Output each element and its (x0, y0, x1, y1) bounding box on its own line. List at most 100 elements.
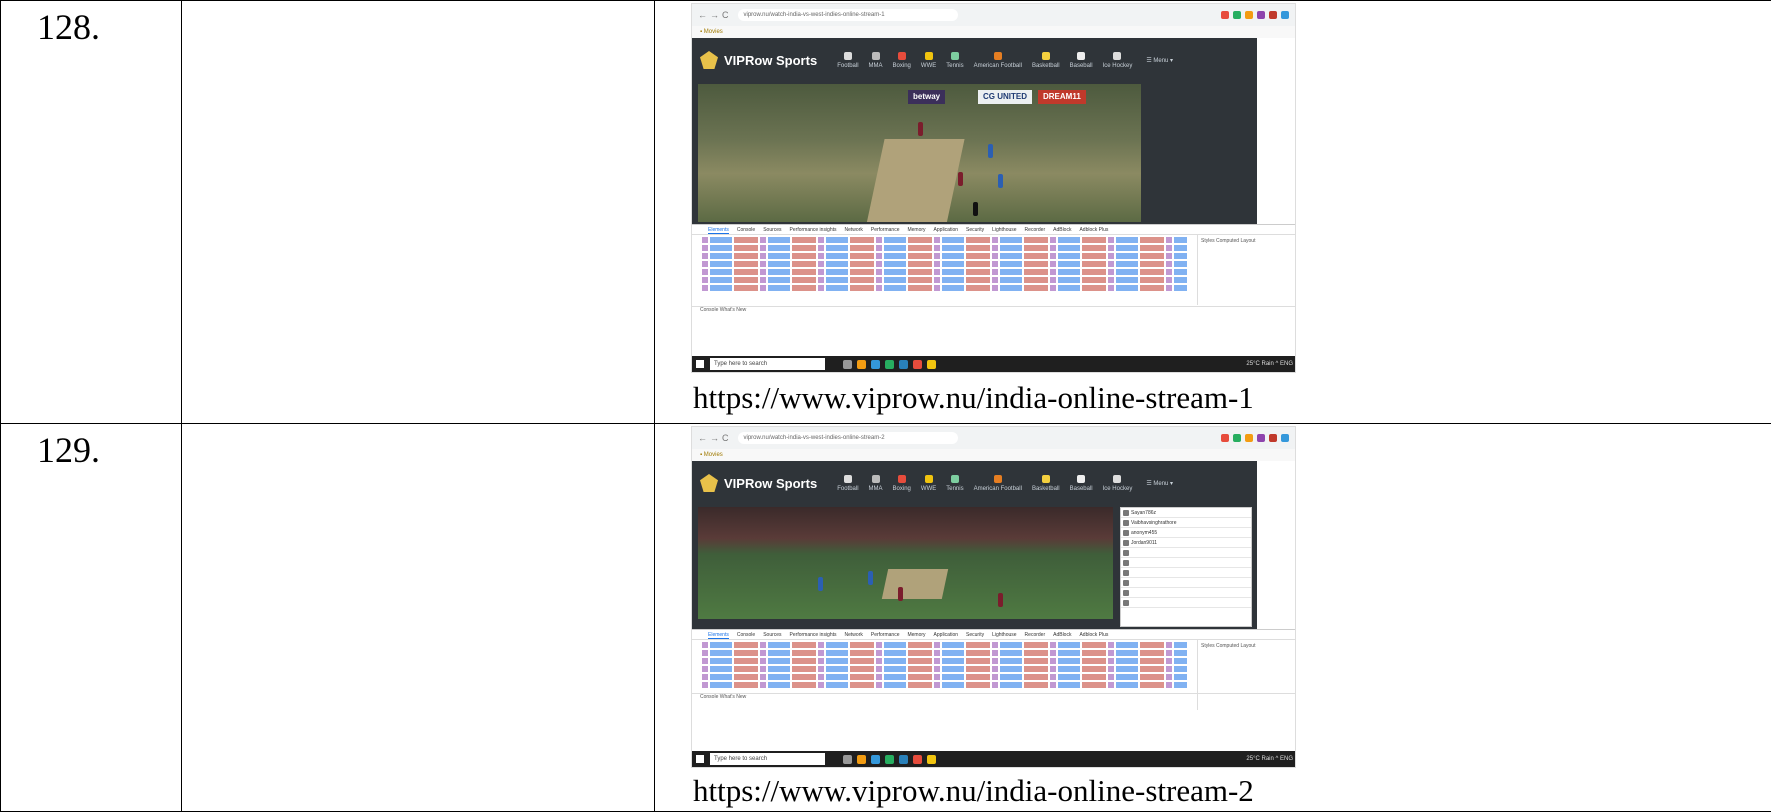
nav-baseball: Baseball (1070, 475, 1093, 492)
menu-button: ☰ Menu ▾ (1146, 57, 1173, 64)
baseball-icon (1077, 475, 1085, 483)
viprow-page: VIPRow Sports Football MMA Boxing WWE Te… (692, 461, 1257, 629)
nav-boxing: Boxing (893, 52, 911, 69)
site-title: VIPRow Sports (724, 476, 817, 491)
player (958, 172, 963, 186)
browser-toolbar: ←→C viprow.nu/watch-india-vs-west-indies… (692, 427, 1295, 449)
serial-number: 128. (1, 1, 181, 47)
nav-football: Football (837, 475, 858, 492)
player (998, 174, 1003, 188)
devtools-styles-pane: Styles Computed Layout (1197, 235, 1296, 305)
tennis-icon (951, 52, 959, 60)
nav-baseball: Baseball (1070, 52, 1093, 69)
screenshot-image: ←→C viprow.nu/watch-india-vs-west-indies… (691, 3, 1296, 373)
devtools-console-drawer: Console What's New (692, 693, 1296, 707)
mma-icon (872, 475, 880, 483)
logo-icon (700, 474, 718, 492)
nav-ice-hockey: Ice Hockey (1103, 52, 1133, 69)
chat-message (1121, 598, 1251, 608)
chat-message (1121, 568, 1251, 578)
evidence-cell: ←→C viprow.nu/watch-india-vs-west-indies… (655, 424, 1771, 812)
nav-football: Football (837, 52, 858, 69)
chat-message: Jordan9011 (1121, 538, 1251, 548)
player (818, 577, 823, 591)
basketball-icon (1042, 52, 1050, 60)
serial-cell: 129. (1, 424, 182, 812)
cricket-pitch (866, 139, 965, 222)
chat-message (1121, 588, 1251, 598)
tennis-icon (951, 475, 959, 483)
chat-panel: Sayan786z Vaibhavsinghrathore anonym455 … (1120, 507, 1252, 627)
viprow-page: VIPRow Sports Football MMA Boxing WWE Te… (692, 38, 1257, 224)
nav-wwe: WWE (921, 475, 936, 492)
table-row: 129. ←→C viprow.nu/watch-india-vs-west-i… (1, 424, 1771, 812)
system-tray: 25°C Rain ^ ENG (1246, 756, 1293, 762)
nav-tennis: Tennis (946, 475, 963, 492)
stream-video (698, 507, 1113, 619)
logo-icon (700, 51, 718, 69)
taskbar-search: Type here to search (710, 358, 825, 370)
extension-icons (1221, 434, 1289, 442)
mma-icon (872, 52, 880, 60)
nav-wwe: WWE (921, 52, 936, 69)
football-icon (844, 52, 852, 60)
evidence-cell: ←→C viprow.nu/watch-india-vs-west-indies… (655, 1, 1771, 424)
devtools-console-drawer: Console What's New (692, 306, 1296, 320)
player (898, 587, 903, 601)
devtools-dom-tree (692, 235, 1187, 291)
browser-nav-icons: ←→C (698, 433, 732, 443)
evidence-url: https://www.viprow.nu/india-online-strea… (693, 381, 1254, 415)
nav-mma: MMA (869, 475, 883, 492)
football-icon (844, 475, 852, 483)
nav-boxing: Boxing (893, 475, 911, 492)
player (998, 593, 1003, 607)
ice-hockey-icon (1113, 475, 1121, 483)
browser-nav-icons: ←→C (698, 10, 732, 20)
devtools-tabs: Elements Console Sources Performance ins… (692, 630, 1296, 640)
basketball-icon (1042, 475, 1050, 483)
ad-banner: betway (908, 90, 945, 104)
empty-cell (182, 1, 655, 424)
player (868, 571, 873, 585)
stream-video: betway CG UNITED DREAM11 (698, 84, 1141, 222)
chat-message: Sayan786z (1121, 508, 1251, 518)
ice-hockey-icon (1113, 52, 1121, 60)
ad-banner: CG UNITED (978, 90, 1032, 104)
boxing-icon (898, 475, 906, 483)
address-bar: viprow.nu/watch-india-vs-west-indies-onl… (738, 432, 958, 444)
screenshot-image: ←→C viprow.nu/watch-india-vs-west-indies… (691, 426, 1296, 768)
nav-ice-hockey: Ice Hockey (1103, 475, 1133, 492)
empty-cell (182, 424, 655, 812)
table-row: 128. ←→C viprow.nu/watch-india-vs-west-i… (1, 1, 1771, 424)
baseball-icon (1077, 52, 1085, 60)
evidence-table: 128. ←→C viprow.nu/watch-india-vs-west-i… (0, 0, 1771, 812)
chat-message (1121, 578, 1251, 588)
taskbar-apps (843, 755, 936, 764)
system-tray: 25°C Rain ^ ENG (1246, 361, 1293, 367)
nav-american-football: American Football (974, 475, 1022, 492)
serial-number: 129. (1, 424, 181, 470)
ad-banner: DREAM11 (1038, 90, 1086, 104)
windows-start-icon (696, 755, 704, 763)
american-football-icon (994, 475, 1002, 483)
boxing-icon (898, 52, 906, 60)
cricket-pitch (882, 569, 948, 599)
player (988, 144, 993, 158)
bookmarks-bar: ▪ Movies (692, 449, 1295, 461)
nav-mma: MMA (869, 52, 883, 69)
address-bar: viprow.nu/watch-india-vs-west-indies-onl… (738, 9, 958, 21)
chat-message (1121, 548, 1251, 558)
player (973, 202, 978, 216)
chat-message: Vaibhavsinghrathore (1121, 518, 1251, 528)
player (918, 122, 923, 136)
menu-button: ☰ Menu ▾ (1146, 480, 1173, 487)
taskbar-apps (843, 360, 936, 369)
windows-taskbar: Type here to search 25°C Rain ^ ENG (692, 751, 1296, 767)
windows-start-icon (696, 360, 704, 368)
nav-basketball: Basketball (1032, 52, 1060, 69)
taskbar-search: Type here to search (710, 753, 825, 765)
evidence-url: https://www.viprow.nu/india-online-strea… (693, 774, 1254, 808)
nav-american-football: American Football (974, 52, 1022, 69)
nav-basketball: Basketball (1032, 475, 1060, 492)
devtools-dom-tree (692, 640, 1187, 688)
